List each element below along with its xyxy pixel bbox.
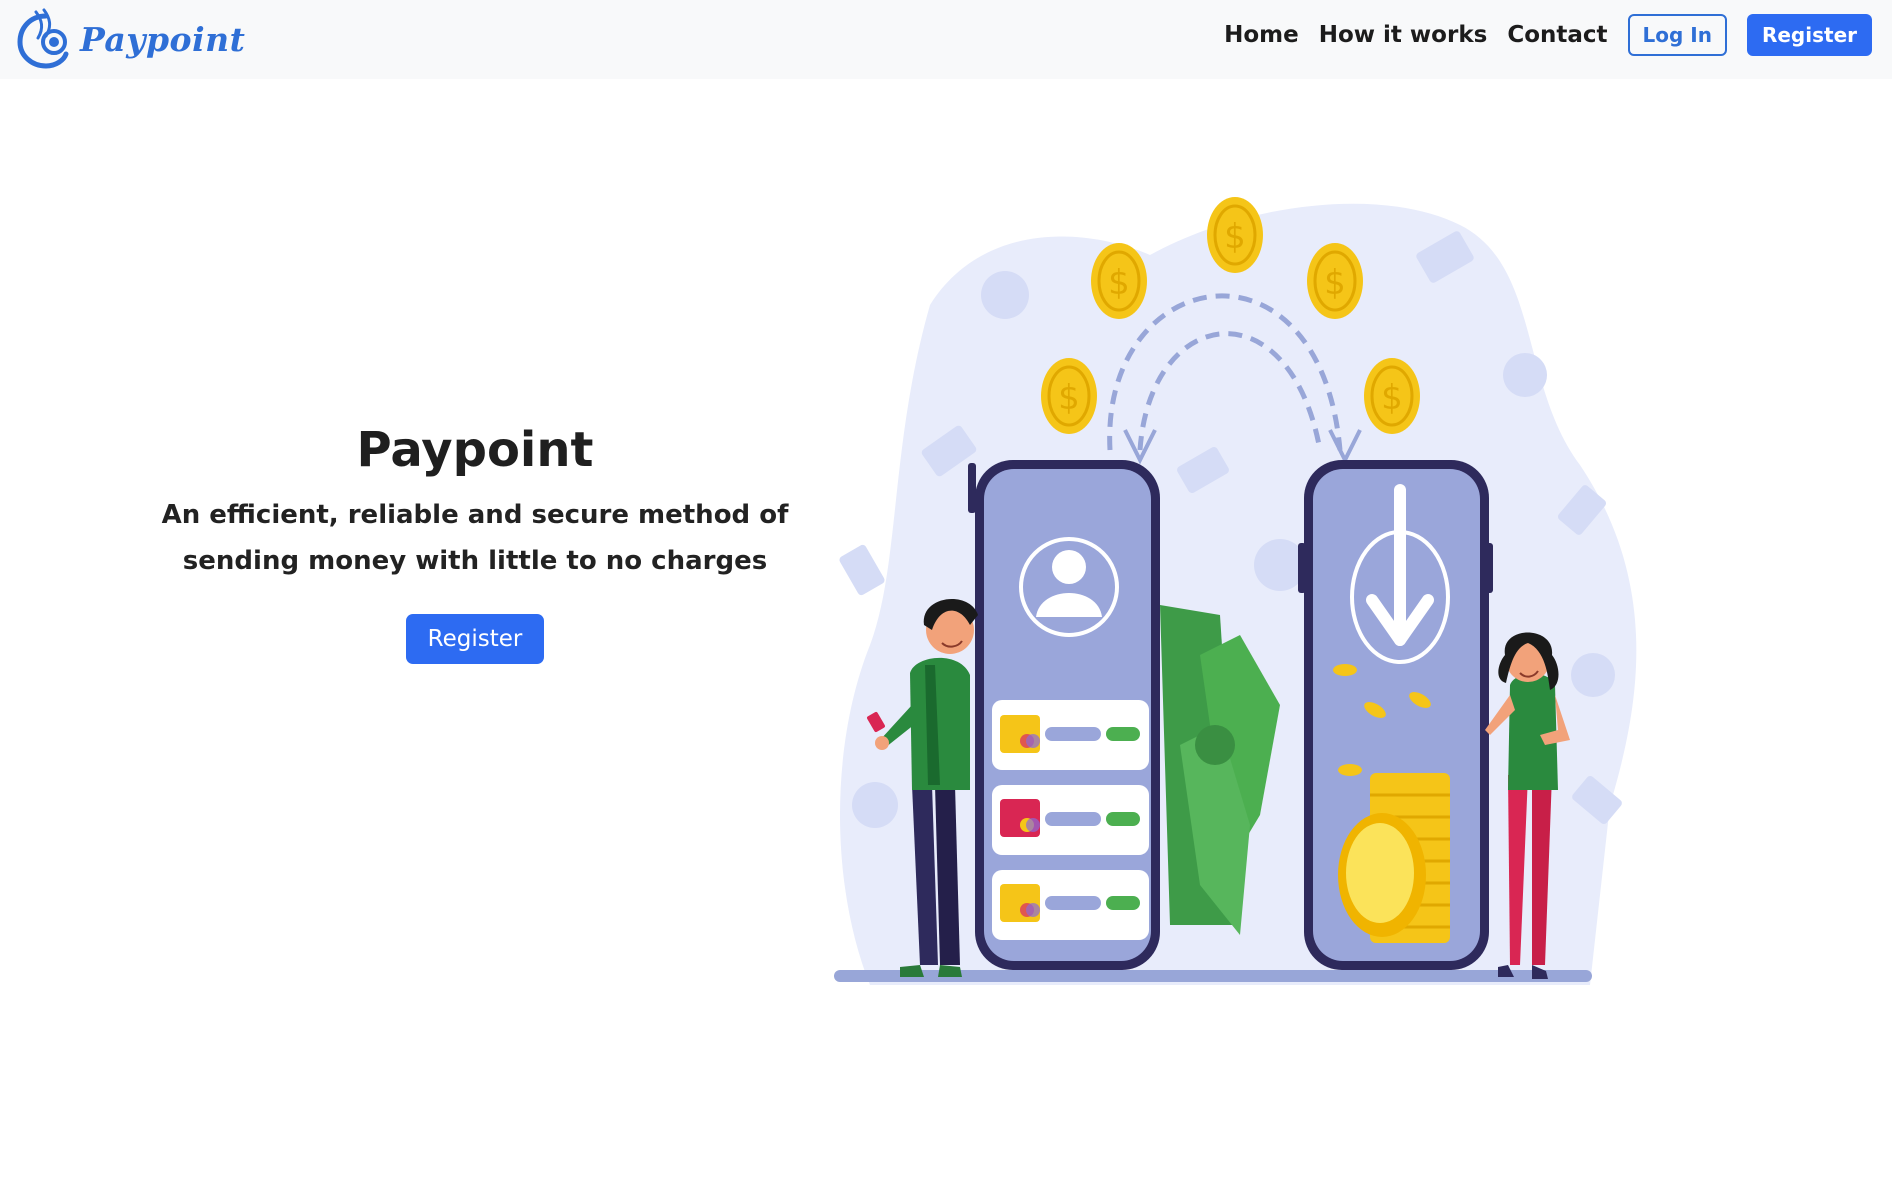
svg-text:$: $	[1381, 378, 1403, 418]
nav-link-contact[interactable]: Contact	[1507, 22, 1607, 48]
nav-link-how-it-works[interactable]: How it works	[1319, 22, 1488, 48]
hero-section: Paypoint An efficient, reliable and secu…	[160, 418, 790, 664]
svg-text:$: $	[1058, 378, 1080, 418]
navbar: Paypoint Home How it works Contact Log I…	[0, 0, 1892, 79]
brand-name: Paypoint	[80, 19, 246, 59]
hero-register-button[interactable]: Register	[405, 614, 545, 664]
money-transfer-illustration: $ $ $ $ $	[834, 197, 1637, 985]
svg-text:$: $	[1108, 263, 1130, 303]
svg-text:$: $	[1224, 217, 1246, 257]
nav-links: Home How it works Contact Log In Registe…	[1224, 14, 1872, 56]
brand-link[interactable]: Paypoint	[16, 8, 245, 70]
login-button[interactable]: Log In	[1627, 14, 1727, 56]
nav-link-home[interactable]: Home	[1224, 22, 1299, 48]
hero-title: Paypoint	[356, 422, 594, 478]
svg-text:$: $	[1324, 263, 1346, 303]
paypoint-logo-icon	[17, 8, 69, 69]
receiver-phone	[1298, 460, 1493, 970]
credit-card-icon	[992, 700, 1149, 940]
hero-subtitle: An efficient, reliable and secure method…	[161, 500, 789, 576]
sender-phone	[968, 460, 1160, 970]
register-nav-button[interactable]: Register	[1746, 14, 1872, 56]
